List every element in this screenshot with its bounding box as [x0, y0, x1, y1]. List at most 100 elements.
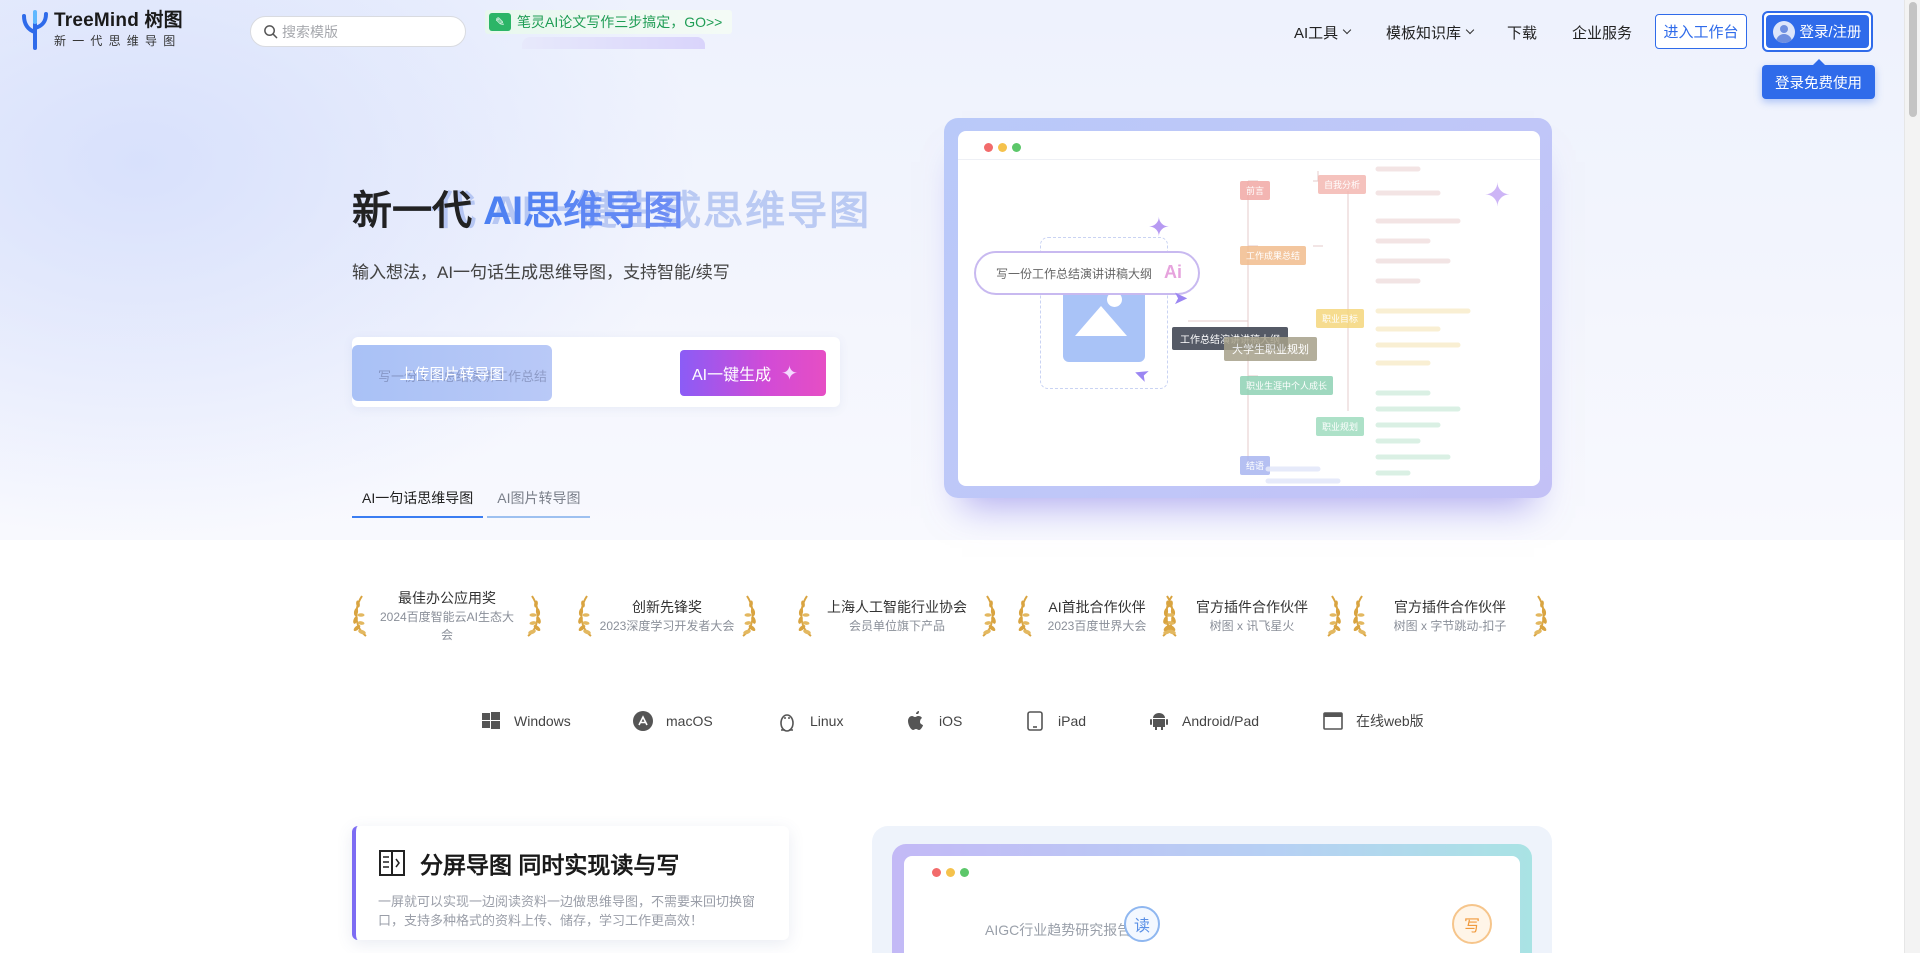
laurel-left-icon	[1017, 594, 1035, 638]
laurel-left-icon	[797, 594, 815, 638]
laurel-left-icon	[352, 594, 370, 638]
tab-ai-image[interactable]: AI图片转导图	[487, 484, 591, 518]
award-subtitle: 2023深度学习开发者大会	[599, 619, 735, 633]
chevron-down-icon	[1342, 25, 1352, 35]
platform-android-label: Android/Pad	[1182, 713, 1260, 729]
promo-shadow	[522, 37, 705, 49]
award-item: 创新先锋奖 2023深度学习开发者大会	[577, 592, 757, 640]
award-item: AI首批合作伙伴 2023百度世界大会	[1017, 592, 1177, 640]
platform-ios-label: iOS	[939, 713, 963, 729]
laurel-left-icon	[577, 594, 595, 638]
search-input[interactable]	[282, 23, 452, 40]
feature-preview	[872, 826, 1552, 953]
laurel-left-icon	[1162, 594, 1180, 638]
write-badge: 写	[1452, 904, 1492, 944]
feature-split-screen-card[interactable]: 分屏导图 同时实现读与写 一屏就可以实现一边阅读资料一边做思维导图，不需要来回切…	[352, 826, 789, 940]
laurel-right-icon	[739, 594, 757, 638]
hero-subtitle: 输入想法，AI一句话生成思维导图 输入想法，AI一句话生成思维导图，支持智能/续…	[352, 258, 730, 283]
platforms-row: Windows macOS Linux iOS iPad Android/Pad…	[0, 706, 1904, 736]
hero-title-highlight: AI思维导图	[483, 189, 684, 233]
award-subtitle: 树图 x 讯飞星火	[1209, 619, 1295, 633]
login-button[interactable]: 登录/注册	[1762, 11, 1873, 52]
laurel-right-icon	[979, 594, 997, 638]
platform-web-label: 在线web版	[1356, 713, 1424, 729]
page-scrollbar[interactable]	[1904, 0, 1920, 953]
user-avatar-icon	[1773, 20, 1796, 43]
linux-icon	[780, 714, 794, 732]
logo-subtitle: 新一代思维导图	[54, 34, 182, 48]
platform-linux-label: Linux	[810, 713, 844, 729]
ai-badge: Ai	[1164, 262, 1182, 282]
tab-ai-sentence[interactable]: AI一句话思维导图	[352, 484, 484, 518]
platform-ipad[interactable]: iPad	[1024, 706, 1086, 736]
platform-linux[interactable]: Linux	[776, 706, 843, 736]
hero-title-prefix: 新一代	[352, 189, 484, 233]
mockup-prompt-input: 写一份工作总结演讲讲稿大纲 Ai	[974, 251, 1200, 295]
login-button-label: 登录/注册	[1799, 25, 1862, 41]
treemind-logo-icon	[22, 10, 48, 50]
logo[interactable]: TreeMind 树图 新一代思维导图	[20, 10, 183, 50]
award-item: 最佳办公应用奖 2024百度智能云AI生态大会	[352, 590, 542, 642]
nav-download-label: 下载	[1507, 24, 1538, 42]
split-screen-icon	[379, 850, 405, 876]
platform-android[interactable]: Android/Pad	[1148, 706, 1259, 736]
preview-report-title: AIGC行业趋势研究报告	[985, 922, 1132, 938]
platform-ios[interactable]: iOS	[905, 706, 962, 736]
browser-icon	[1323, 712, 1343, 730]
hero-subtitle-text: 输入想法，AI一句话生成思维导图，支持智能/续写	[352, 263, 730, 282]
award-title: 最佳办公应用奖	[398, 590, 496, 606]
workbench-button[interactable]: 进入工作台	[1655, 14, 1747, 49]
search-box[interactable]	[250, 16, 466, 47]
laurel-right-icon	[524, 594, 542, 638]
award-subtitle: 2024百度智能云AI生态大会	[379, 610, 515, 642]
nav-enterprise[interactable]: 企业服务	[1572, 0, 1632, 64]
platform-windows[interactable]: Windows	[480, 706, 571, 736]
nav-ai-tools[interactable]: AI工具	[1294, 0, 1352, 64]
read-badge: 读	[1124, 906, 1160, 942]
awards-row: 最佳办公应用奖 2024百度智能云AI生态大会 创新先锋奖 2023深度学习开发者大会…	[352, 590, 1552, 642]
hero-title: 新一代 AI一键生成思维导图 新一代 AI思维导图	[352, 178, 869, 236]
android-icon	[1150, 713, 1168, 730]
login-tooltip[interactable]: 登录免费使用	[1762, 59, 1875, 99]
upload-image-label: 上传图片转导图	[399, 365, 505, 383]
award-item: 官方插件合作伙伴 树图 x 讯飞星火	[1162, 592, 1342, 640]
app-store-icon	[633, 711, 653, 731]
logo-title: TreeMind 树图	[54, 10, 183, 31]
award-title: 官方插件合作伙伴	[1393, 599, 1506, 615]
search-icon	[264, 25, 278, 39]
mockup-prompt-text: 写一份工作总结演讲讲稿大纲	[996, 266, 1153, 281]
pen-icon: ✎	[489, 13, 511, 31]
nav-templates[interactable]: 模板知识库	[1386, 0, 1475, 64]
promo-banner[interactable]: ✎ 笔灵AI论文写作三步搞定，GO>>	[485, 10, 733, 34]
laurel-right-icon	[1530, 594, 1548, 638]
sparkle-icon: ✦	[1148, 212, 1170, 242]
close-dot-icon	[932, 868, 941, 877]
award-item: 上海人工智能行业协会 会员单位旗下产品	[797, 592, 997, 640]
maximize-dot-icon	[960, 868, 969, 877]
scrollbar-thumb[interactable]	[1909, 2, 1917, 117]
nav-download[interactable]: 下载	[1507, 0, 1537, 64]
hero-tabs: AI一句话思维导图 AI图片转导图	[352, 484, 594, 518]
award-title: 上海人工智能行业协会	[827, 599, 967, 615]
cursor-arrow-icon: ➤	[1173, 288, 1189, 308]
hero-input-card: 写一份工作总结演讲工作总结 上传图片转导图 AI一键生成 ✦	[352, 337, 840, 407]
nav-ai-tools-label: AI工具	[1294, 24, 1339, 42]
laurel-right-icon	[1324, 594, 1342, 638]
award-title: AI首批合作伙伴	[1048, 599, 1146, 615]
feature-description: 一屏就可以实现一边阅读资料一边做思维导图，不需要来回切换窗口，支持多种格式的资料…	[378, 894, 756, 928]
chevron-down-icon	[1465, 25, 1475, 35]
award-title: 创新先锋奖	[631, 599, 702, 615]
upload-image-button[interactable]: 写一份工作总结演讲工作总结 上传图片转导图	[352, 345, 552, 401]
ai-generate-button[interactable]: AI一键生成 ✦	[680, 350, 826, 396]
tablet-icon	[1027, 711, 1043, 731]
ai-generate-label: AI一键生成	[692, 367, 772, 384]
platform-web[interactable]: 在线web版	[1322, 706, 1424, 736]
platform-macos[interactable]: macOS	[632, 706, 713, 736]
minimize-dot-icon	[946, 868, 955, 877]
promo-text: 笔灵AI论文写作三步搞定，GO>>	[517, 14, 723, 30]
award-item: 官方插件合作伙伴 树图 x 字节跳动-扣子	[1352, 592, 1548, 640]
platform-macos-label: macOS	[666, 713, 713, 729]
award-subtitle: 会员单位旗下产品	[848, 619, 945, 633]
nav-templates-label: 模板知识库	[1386, 24, 1462, 42]
site-header: TreeMind 树图 新一代思维导图 ✎ 笔灵AI论文写作三步搞定，GO>> …	[0, 0, 1904, 99]
